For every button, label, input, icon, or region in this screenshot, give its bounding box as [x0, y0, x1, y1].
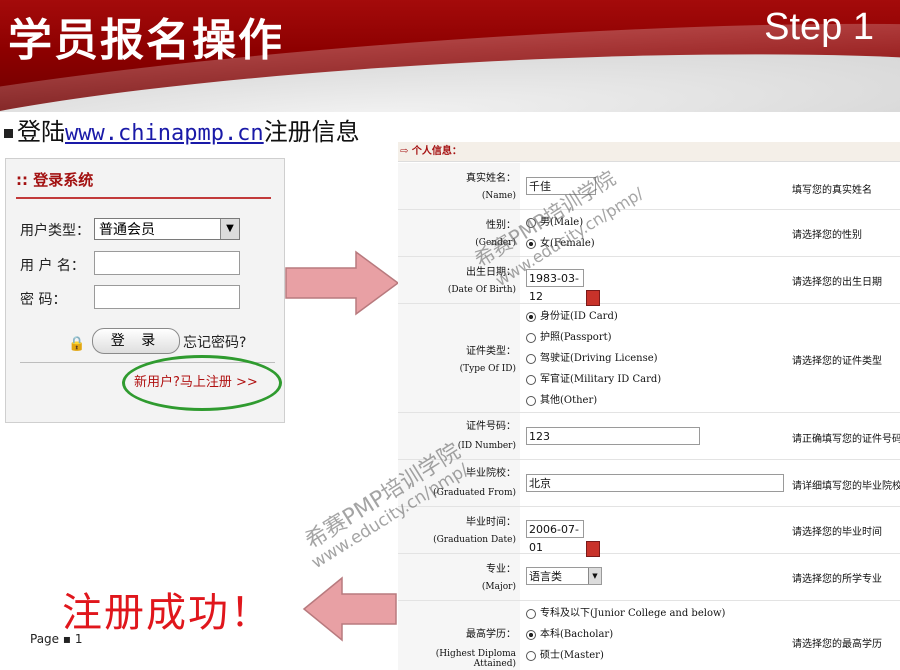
name-label: 真实姓名： (Name)	[398, 163, 520, 209]
degree-option-junior-college[interactable]: 专科及以下(Junior College and below)	[526, 603, 725, 624]
step-label: Step 1	[764, 6, 874, 48]
chinapmp-link[interactable]: www.chinapmp.cn	[65, 121, 264, 146]
user-type-select[interactable]: 普通会员 ▼	[94, 218, 240, 240]
radio-icon	[526, 332, 536, 343]
bullet-line: 登陆www.chinapmp.cn注册信息	[4, 112, 360, 147]
registration-form: ⇨ 个人信息： 真实姓名： (Name) 千佳 填写您的真实姓名 性别： (Ge…	[398, 142, 900, 670]
bullet-square-icon	[4, 128, 13, 138]
id-number-input[interactable]: 123	[526, 427, 700, 445]
username-label: 用 户 名：	[20, 258, 85, 274]
id-type-option-military-id[interactable]: 军官证(Military ID Card)	[526, 369, 661, 390]
radio-icon	[526, 395, 536, 406]
degree-option-bachelor[interactable]: 本科(Bacholar)	[526, 624, 725, 645]
bullet-suffix: 注册信息	[263, 118, 360, 146]
form-row-school: 毕业院校： (Graduated From) 北京 请详细填写您的毕业院校	[398, 460, 900, 507]
bullet-prefix: 登陆	[17, 118, 65, 146]
login-header: :: 登录系统	[16, 171, 94, 189]
password-input[interactable]	[94, 285, 240, 309]
radio-selected-icon	[526, 311, 536, 322]
form-row-grad-date: 毕业时间： (Graduation Date) 2006-07-01 请选择您的…	[398, 507, 900, 557]
id-type-option-driving-license[interactable]: 驾驶证(Driving License)	[526, 348, 661, 369]
forgot-password-link[interactable]: 忘记密码?	[183, 332, 246, 352]
school-hint: 请详细填写您的毕业院校	[792, 481, 900, 492]
dropdown-arrow-icon[interactable]: ▼	[588, 568, 601, 584]
id-number-hint: 请正确填写您的证件号码	[792, 434, 900, 445]
degree-hint: 请选择您的最高学历	[792, 639, 882, 650]
login-button[interactable]: 登 录	[92, 328, 180, 354]
major-select[interactable]: 语言类 ▼	[526, 567, 602, 585]
radio-icon	[526, 353, 536, 364]
grad-date-label: 毕业时间： (Graduation Date)	[398, 507, 520, 553]
form-row-name: 真实姓名： (Name) 千佳 填写您的真实姓名	[398, 163, 900, 210]
degree-option-master[interactable]: 硕士(Master)	[526, 645, 725, 666]
id-type-option-other[interactable]: 其他(Other)	[526, 390, 661, 411]
form-row-major: 专业： (Major) 语言类 ▼ 请选择您的所学专业	[398, 554, 900, 601]
name-hint: 填写您的真实姓名	[792, 185, 872, 196]
radio-icon	[526, 608, 536, 619]
login-divider	[16, 197, 271, 199]
user-type-value: 普通会员	[99, 222, 155, 238]
grad-date-hint: 请选择您的毕业时间	[792, 527, 882, 538]
radio-icon	[526, 650, 536, 661]
id-type-hint: 请选择您的证件类型	[792, 356, 882, 367]
personal-info-header: ⇨ 个人信息：	[398, 142, 900, 162]
login-panel: :: 登录系统 用户类型： 普通会员 ▼ 用 户 名： 密 码： 🔒 登 录 忘…	[5, 158, 285, 423]
id-type-label: 证件类型： (Type Of ID)	[398, 304, 520, 412]
birth-date-input[interactable]: 1983-03-12	[526, 269, 584, 303]
username-input[interactable]	[94, 251, 240, 275]
form-row-id-number: 证件号码： (ID Number) 123 请正确填写您的证件号码	[398, 413, 900, 460]
form-row-birth: 出生日期： (Date Of Birth) 1983-03-12 请选择您的出生…	[398, 257, 900, 306]
page-number: Page ▪ 1	[30, 632, 83, 646]
lock-icon: 🔒	[68, 336, 86, 352]
form-row-id-type: 证件类型： (Type Of ID) 身份证(ID Card) 护照(Passp…	[398, 304, 900, 413]
birth-hint: 请选择您的出生日期	[792, 277, 882, 288]
password-label: 密 码：	[20, 292, 67, 308]
grad-date-input[interactable]: 2006-07-01	[526, 520, 584, 554]
right-arrow-icon	[285, 250, 400, 316]
dropdown-arrow-icon[interactable]: ▼	[220, 219, 239, 239]
major-label: 专业： (Major)	[398, 554, 520, 600]
title-banner: 学员报名操作 Step 1	[0, 0, 900, 112]
school-input[interactable]: 北京	[526, 474, 784, 492]
user-type-label: 用户类型：	[20, 223, 90, 239]
id-type-option-passport[interactable]: 护照(Passport)	[526, 327, 661, 348]
gender-hint: 请选择您的性别	[792, 230, 862, 241]
left-arrow-icon	[302, 576, 397, 642]
highlight-oval	[122, 355, 282, 411]
slide-title: 学员报名操作	[8, 15, 284, 66]
radio-selected-icon	[526, 629, 536, 640]
registration-success-text: 注册成功！	[62, 590, 272, 636]
id-type-option-id-card[interactable]: 身份证(ID Card)	[526, 306, 661, 327]
radio-icon	[526, 374, 536, 385]
major-hint: 请选择您的所学专业	[792, 574, 882, 585]
degree-label: 最高学历： (Highest Diploma Attained)	[398, 601, 520, 670]
form-row-degree: 最高学历： (Highest Diploma Attained) 专科及以下(J…	[398, 601, 900, 670]
